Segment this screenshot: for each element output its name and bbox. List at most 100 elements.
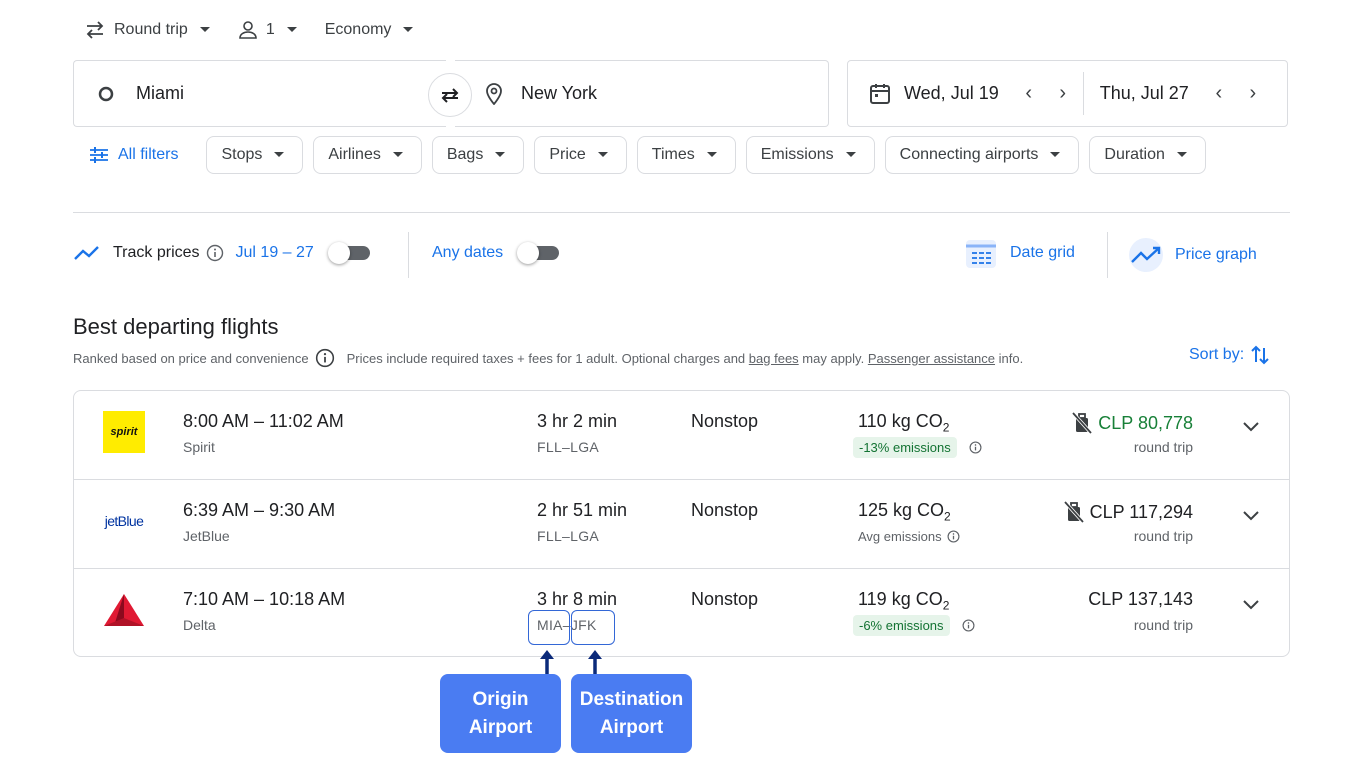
- flight-route: FLL–LGA: [537, 528, 600, 544]
- track-prices-toggle[interactable]: [327, 242, 372, 264]
- caret-down-icon: [597, 152, 608, 157]
- flight-results-list: spirit 8:00 AM – 11:02 AM Spirit 3 hr 2 …: [73, 390, 1290, 657]
- expand-chevron-icon[interactable]: [1243, 422, 1259, 432]
- results-subline: Ranked based on price and convenience Pr…: [73, 348, 1023, 368]
- origin-value: Miami: [136, 83, 184, 103]
- filter-chip-airlines[interactable]: Airlines: [313, 136, 422, 174]
- ranked-note: Ranked based on price and convenience: [73, 350, 309, 366]
- filter-chip-bags[interactable]: Bags: [431, 136, 525, 174]
- expand-chevron-icon[interactable]: [1243, 600, 1259, 610]
- section-divider: [73, 212, 1290, 213]
- price-note-mid: may apply.: [802, 350, 865, 366]
- any-dates: Any dates: [432, 242, 561, 264]
- co2-value: 110 kg CO: [858, 411, 943, 431]
- date-divider: [1082, 72, 1084, 115]
- jetblue-logo: jetBlue: [103, 500, 145, 542]
- price-type: round trip: [1133, 439, 1193, 455]
- flight-row[interactable]: jetBlue 6:39 AM – 9:30 AM JetBlue 2 hr 5…: [74, 479, 1289, 567]
- filter-chip-times[interactable]: Times: [636, 136, 736, 174]
- depart-prev-icon[interactable]: ‹: [1019, 82, 1039, 105]
- info-icon[interactable]: [947, 530, 960, 543]
- swap-locations-button[interactable]: [428, 73, 472, 117]
- location-pin-icon: [486, 82, 502, 105]
- destination-input[interactable]: New York: [455, 60, 829, 127]
- caret-down-icon: [845, 152, 856, 157]
- price-note: Prices include required taxes + fees for…: [346, 350, 746, 366]
- track-range: Jul 19 – 27: [235, 244, 314, 261]
- flight-times: 7:10 AM – 10:18 AM: [183, 589, 346, 609]
- vertical-divider: [408, 232, 409, 278]
- expand-chevron-icon[interactable]: [1243, 511, 1259, 521]
- sort-by-button[interactable]: Sort by:: [1189, 344, 1270, 366]
- jetblue-logo-text: jetBlue: [104, 513, 144, 529]
- filter-chip-connecting-airports[interactable]: Connecting airports: [884, 136, 1080, 174]
- results-title: Best departing flights: [73, 314, 279, 339]
- trend-icon: [74, 246, 99, 260]
- date-grid-button[interactable]: Date grid: [964, 236, 1075, 270]
- passengers-count: 1: [265, 21, 275, 38]
- flight-price: CLP 117,294: [1062, 500, 1193, 524]
- spirit-logo-text: spirit: [110, 426, 138, 438]
- passenger-assistance-link[interactable]: Passenger assistance: [868, 351, 995, 366]
- flight-row[interactable]: 7:10 AM – 10:18 AM Delta 3 hr 8 min MIA–…: [74, 568, 1289, 656]
- callout-line: Airport: [599, 716, 664, 738]
- origin-airport-highlight: [528, 610, 570, 645]
- chip-label: Stops: [221, 146, 263, 163]
- co2-amount: 110 kg CO2: [858, 411, 949, 435]
- depart-date[interactable]: Wed, Jul 19: [904, 83, 999, 104]
- return-prev-icon[interactable]: ‹: [1209, 82, 1229, 105]
- callout-line: Destination: [579, 688, 684, 710]
- any-dates-toggle[interactable]: [517, 242, 561, 264]
- return-next-icon[interactable]: ›: [1243, 82, 1263, 105]
- emissions-text: Avg emissions: [858, 529, 942, 544]
- info-icon[interactable]: [962, 619, 975, 632]
- trip-type-dropdown[interactable]: Round trip: [84, 20, 210, 40]
- return-date[interactable]: Thu, Jul 27: [1100, 83, 1189, 104]
- emissions-info: Avg emissions: [853, 526, 960, 547]
- any-dates-label: Any dates: [432, 244, 504, 261]
- flight-route: FLL–LGA: [537, 439, 600, 455]
- chip-label: Duration: [1104, 146, 1165, 163]
- date-grid-label: Date grid: [1010, 244, 1075, 261]
- bag-fees-link[interactable]: bag fees: [749, 351, 799, 366]
- flight-row[interactable]: spirit 8:00 AM – 11:02 AM Spirit 3 hr 2 …: [74, 391, 1289, 479]
- swap-arrows-icon: [86, 21, 104, 39]
- origin-airport-callout: Origin Airport: [440, 674, 561, 753]
- emissions-badge: -13% emissions: [853, 437, 957, 458]
- flight-times: 8:00 AM – 11:02 AM: [183, 411, 344, 431]
- co2-value: 125 kg CO: [858, 500, 945, 520]
- filter-chip-emissions[interactable]: Emissions: [745, 136, 875, 174]
- destination-value: New York: [521, 83, 598, 103]
- chip-label: Airlines: [328, 146, 381, 163]
- price-graph-button[interactable]: Price graph: [1127, 236, 1257, 274]
- toggle-knob: [517, 242, 540, 264]
- caret-down-icon: [495, 152, 506, 157]
- caret-down-icon: [706, 152, 717, 157]
- emissions-info: -13% emissions: [853, 437, 982, 458]
- filter-chip-duration[interactable]: Duration: [1089, 136, 1206, 174]
- info-icon[interactable]: [206, 244, 224, 262]
- cabin-class-dropdown[interactable]: Economy: [325, 21, 414, 39]
- filter-chip-price[interactable]: Price: [534, 136, 627, 174]
- caret-down-icon: [274, 152, 285, 157]
- price-type: round trip: [1133, 528, 1193, 544]
- flight-price: CLP 137,143: [1088, 589, 1193, 610]
- origin-input[interactable]: Miami: [73, 60, 446, 127]
- sort-by-label: Sort by:: [1189, 346, 1245, 363]
- filters-bar: All filters Stops Airlines Bags Price Ti…: [73, 136, 1216, 174]
- toggle-knob: [327, 242, 350, 264]
- info-icon[interactable]: [315, 348, 335, 368]
- flight-times: 6:39 AM – 9:30 AM: [183, 500, 336, 520]
- flight-stops: Nonstop: [691, 589, 759, 609]
- filter-chip-stops[interactable]: Stops: [206, 136, 304, 174]
- track-prices: Track prices Jul 19 – 27: [73, 242, 372, 264]
- caret-down-icon: [1050, 152, 1061, 157]
- airline-name: JetBlue: [183, 528, 230, 544]
- chip-label: Times: [651, 146, 695, 163]
- all-filters-button[interactable]: All filters: [89, 146, 178, 164]
- airline-name: Delta: [183, 617, 216, 633]
- info-icon[interactable]: [969, 441, 982, 454]
- depart-next-icon[interactable]: ›: [1053, 82, 1073, 105]
- delta-logo: [103, 589, 145, 631]
- passengers-dropdown[interactable]: 1: [238, 20, 297, 40]
